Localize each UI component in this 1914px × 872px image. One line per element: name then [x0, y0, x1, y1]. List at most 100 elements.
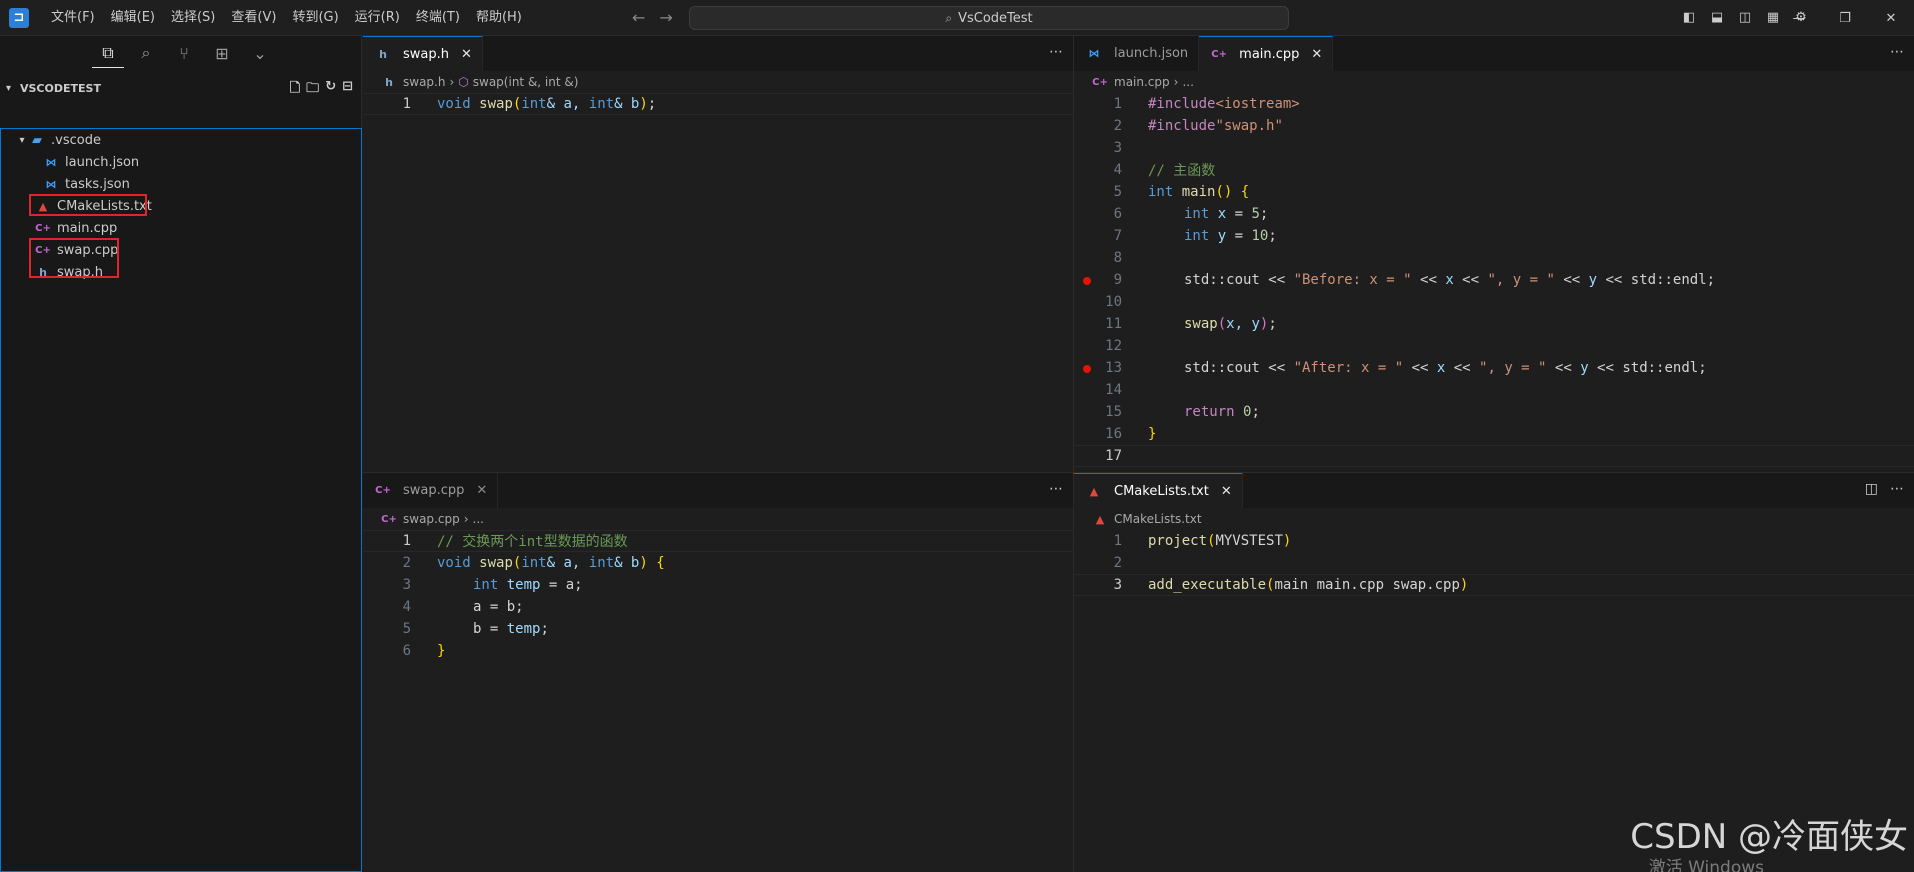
tab-bar: h swap.h ✕ ⋯ — [363, 36, 1073, 71]
collapse-all-icon[interactable]: ⊟ — [342, 79, 353, 101]
menu-file[interactable]: 文件(F) — [43, 0, 103, 36]
tree-item-label: tasks.json — [65, 176, 130, 192]
more-actions-icon[interactable]: ⋯ — [1049, 481, 1063, 497]
explorer-title: VSCODETEST — [20, 81, 101, 95]
line-number: 1 — [402, 533, 411, 549]
line-number: 9 — [1113, 272, 1122, 288]
csdn-watermark: CSDN @冷面侠女 — [1630, 817, 1908, 857]
tab-label: swap.h — [403, 46, 449, 62]
tab-swap-cpp[interactable]: C+ swap.cpp ✕ — [363, 473, 499, 508]
tab-swap-h[interactable]: h swap.h ✕ — [363, 36, 483, 71]
tab-main-cpp[interactable]: C+ main.cpp ✕ — [1199, 36, 1334, 71]
tree-item-main-cpp[interactable]: C+ main.cpp — [1, 217, 361, 239]
menu-go[interactable]: 转到(G) — [284, 0, 346, 36]
code-text: return 0; — [1184, 404, 1260, 420]
more-actions-icon[interactable]: ⋯ — [1049, 44, 1063, 60]
breadcrumb-rest[interactable]: ... — [1182, 75, 1193, 89]
code-editor[interactable]: 1 project(MYVSTEST) 2 3 add_executable(m… — [1074, 530, 1914, 596]
close-icon[interactable]: ✕ — [476, 483, 487, 498]
highlight-box — [29, 238, 119, 278]
explorer-icon[interactable]: ⧉ — [92, 38, 124, 68]
tab-launch-json[interactable]: ⋈ launch.json — [1074, 36, 1200, 71]
extensions-icon[interactable]: ⊞ — [206, 38, 238, 68]
code-editor[interactable]: 1 // 交换两个int型数据的函数 2 void swap(int& a, i… — [363, 530, 1073, 662]
split-editor-icon[interactable]: ◫ — [1865, 481, 1878, 497]
tree-item-launch-json[interactable]: ⋈ launch.json — [1, 151, 361, 173]
chevron-down-icon: ▾ — [19, 134, 25, 146]
chevron-right-icon: › — [449, 75, 455, 89]
code-line: 9 std::cout << "Before: x = " << x << ",… — [1074, 269, 1914, 291]
forward-arrow-icon[interactable]: → — [659, 8, 672, 27]
code-editor[interactable]: 1 void swap(int& a, int& b); — [363, 93, 1073, 115]
explorer-header[interactable]: ▾ VSCODETEST 🗋 🗀 ↻ ⊟ — [0, 76, 361, 100]
breadcrumb-file[interactable]: CMakeLists.txt — [1114, 512, 1202, 526]
code-text: void swap(int& a, int& b); — [437, 96, 657, 112]
code-text: a = b; — [473, 599, 524, 615]
menu-edit[interactable]: 编辑(E) — [103, 0, 163, 36]
refresh-icon[interactable]: ↻ — [325, 79, 336, 101]
tree-folder-vscode[interactable]: ▾ ▰ .vscode — [1, 129, 361, 151]
toggle-sidebar-icon[interactable]: ◧ — [1680, 8, 1698, 26]
vscode-file-icon: ⋈ — [1088, 47, 1100, 60]
breadcrumb-file[interactable]: swap.h — [403, 75, 445, 89]
breadcrumb-file[interactable]: swap.cpp — [403, 512, 460, 526]
code-text: project(MYVSTEST) — [1148, 533, 1292, 549]
close-icon[interactable]: ✕ — [1311, 47, 1322, 62]
breadcrumb-file[interactable]: main.cpp — [1114, 75, 1170, 89]
breakpoint-icon[interactable] — [1083, 277, 1091, 285]
search-icon[interactable]: ⌕ — [130, 38, 162, 68]
new-folder-icon[interactable]: 🗀 — [306, 79, 319, 101]
new-file-icon[interactable]: 🗋 — [290, 79, 300, 101]
highlight-box — [29, 194, 147, 216]
cpp-file-icon: C+ — [1092, 76, 1108, 88]
menu-run[interactable]: 运行(R) — [347, 0, 408, 36]
source-control-icon[interactable]: ⑂ — [168, 38, 200, 68]
line-number: 14 — [1105, 382, 1122, 398]
line-number: 16 — [1105, 426, 1122, 442]
code-line: 2 void swap(int& a, int& b) { — [363, 552, 1073, 574]
cpp-file-icon: C+ — [35, 222, 51, 234]
close-icon[interactable]: ✕ — [1868, 0, 1914, 36]
more-actions-icon[interactable]: ⋯ — [1890, 481, 1904, 497]
line-number: 3 — [1113, 140, 1122, 156]
header-file-icon: h — [379, 47, 387, 61]
tree-item-tasks-json[interactable]: ⋈ tasks.json — [1, 173, 361, 195]
tab-cmakelists[interactable]: ▲ CMakeLists.txt ✕ — [1074, 473, 1243, 508]
code-text: b = temp; — [473, 621, 549, 637]
code-text: #include"swap.h" — [1148, 118, 1283, 134]
minimize-icon[interactable]: — — [1776, 0, 1822, 36]
toggle-secondary-sidebar-icon[interactable]: ◫ — [1736, 8, 1754, 26]
command-center[interactable]: ⌕ VsCodeTest — [689, 6, 1289, 30]
code-line: 1 // 交换两个int型数据的函数 — [363, 530, 1073, 552]
code-editor[interactable]: 1 #include<iostream> 2 #include"swap.h" … — [1074, 93, 1914, 467]
back-arrow-icon[interactable]: ← — [632, 8, 645, 27]
group-divider[interactable] — [363, 472, 1914, 473]
code-text: void swap(int& a, int& b) { — [437, 555, 665, 571]
breakpoint-icon[interactable] — [1083, 365, 1091, 373]
group-divider[interactable] — [1073, 36, 1074, 872]
close-icon[interactable]: ✕ — [1221, 484, 1232, 499]
menu-view[interactable]: 查看(V) — [223, 0, 284, 36]
code-line: 3 — [1074, 137, 1914, 159]
line-number: 2 — [402, 555, 411, 571]
code-line: 1 #include<iostream> — [1074, 93, 1914, 115]
tab-bar: C+ swap.cpp ✕ ⋯ — [363, 473, 1073, 508]
more-actions-icon[interactable]: ⋯ — [1890, 44, 1904, 60]
line-number: 5 — [1113, 184, 1122, 200]
breadcrumb-rest[interactable]: ... — [473, 512, 484, 526]
vscode-file-icon: ⋈ — [45, 177, 57, 191]
restore-icon[interactable]: ❐ — [1822, 0, 1868, 36]
breadcrumb-symbol[interactable]: swap(int &, int &) — [473, 75, 579, 89]
toggle-panel-icon[interactable]: ⬓ — [1708, 8, 1726, 26]
close-icon[interactable]: ✕ — [461, 47, 472, 62]
chevron-down-icon[interactable]: ⌄ — [244, 38, 276, 68]
editor-group-swap-cpp: C+ swap.cpp ✕ ⋯ C+ swap.cpp › ... 1 // 交… — [363, 473, 1073, 872]
breadcrumb: C+ swap.cpp › ... — [381, 508, 484, 530]
code-line: 3 int temp = a; — [363, 574, 1073, 596]
code-text: int x = 5; — [1184, 206, 1269, 222]
code-text: } — [437, 643, 446, 659]
line-number: 1 — [1113, 533, 1122, 549]
menu-terminal[interactable]: 终端(T) — [408, 0, 468, 36]
menu-help[interactable]: 帮助(H) — [468, 0, 530, 36]
menu-selection[interactable]: 选择(S) — [163, 0, 223, 36]
